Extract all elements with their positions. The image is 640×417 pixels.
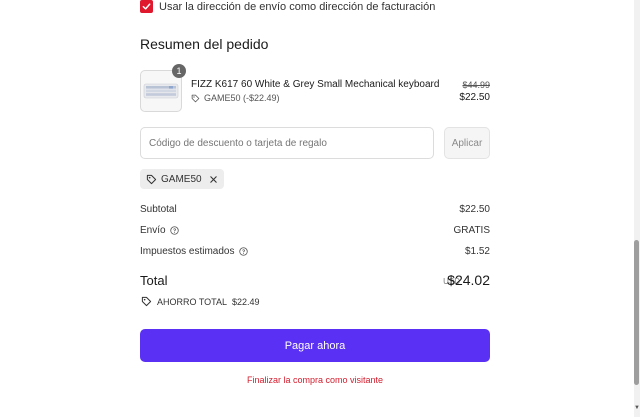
total-savings: AHORRO TOTAL $22.49 — [141, 296, 260, 307]
product-name: FIZZ K617 60 White & Grey Small Mechanic… — [191, 79, 440, 90]
shipping-label-text: Envío — [140, 225, 166, 236]
subtotal-value: $22.50 — [459, 204, 490, 215]
product-price: $22.50 — [459, 92, 490, 103]
savings-label: AHORRO TOTAL — [157, 296, 228, 307]
product-original-price: $44.99 — [462, 80, 490, 90]
product-quantity-badge: 1 — [172, 64, 186, 78]
info-icon[interactable] — [238, 247, 248, 256]
checkmark-icon — [142, 3, 151, 10]
savings-value: $22.49 — [232, 296, 260, 307]
apply-discount-button[interactable]: Aplicar — [444, 127, 490, 159]
discount-code-input[interactable] — [140, 127, 434, 159]
taxes-value: $1.52 — [464, 246, 490, 257]
applied-discount-code: GAME50 — [161, 173, 202, 185]
scrollbar-thumb[interactable] — [634, 240, 639, 385]
billing-checkbox-label[interactable]: Usar la dirección de envío como direcció… — [159, 1, 435, 13]
total-value: $24.02 — [447, 272, 490, 288]
scroll-down-icon[interactable]: ▼ — [634, 405, 640, 415]
billing-same-as-shipping-checkbox[interactable] — [140, 0, 153, 13]
close-icon — [209, 175, 217, 183]
shipping-value: GRATIS — [453, 225, 490, 236]
guest-checkout-link[interactable]: Finalizar la compra como visitante — [140, 375, 490, 385]
remove-discount-button[interactable] — [209, 175, 218, 184]
pay-now-button[interactable]: Pagar ahora — [140, 329, 490, 362]
product-discount-text: GAME50 (-$22.49) — [204, 93, 280, 103]
subtotal-label: Subtotal — [140, 204, 177, 215]
applied-discount-chip: GAME50 — [140, 169, 224, 189]
subtotal-label-text: Subtotal — [140, 204, 177, 215]
info-icon[interactable] — [169, 226, 179, 235]
order-summary-title: Resumen del pedido — [140, 36, 269, 52]
tag-icon — [146, 174, 157, 184]
taxes-label: Impuestos estimados — [140, 246, 248, 257]
product-discount-line: GAME50 (-$22.49) — [191, 93, 280, 103]
tag-icon — [191, 94, 200, 102]
shipping-label: Envío — [140, 225, 179, 236]
total-label: Total — [140, 273, 168, 288]
tag-icon — [141, 296, 152, 307]
taxes-label-text: Impuestos estimados — [140, 246, 235, 257]
